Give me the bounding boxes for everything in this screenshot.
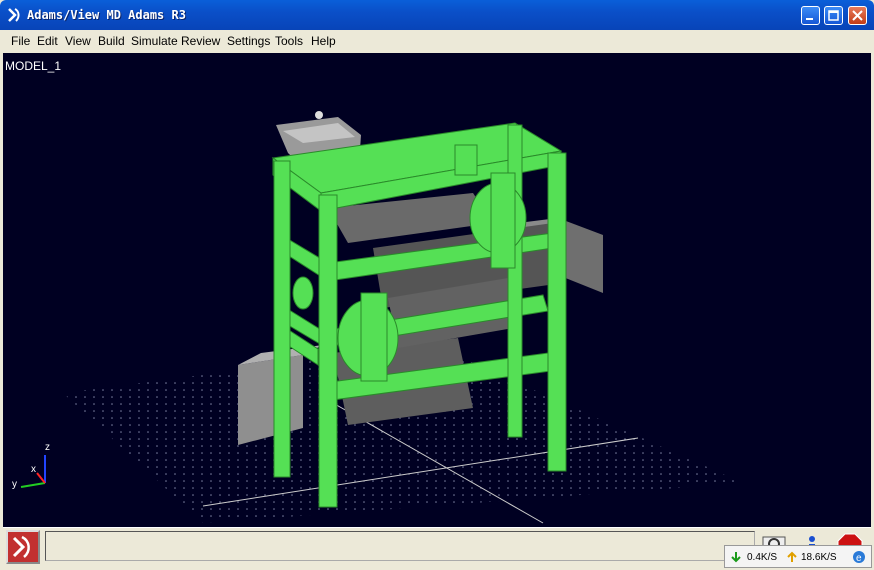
menu-help[interactable]: Help [311, 34, 336, 48]
maximize-icon [828, 10, 839, 21]
triad-z-label: z [45, 442, 50, 453]
menu-settings[interactable]: Settings [227, 34, 270, 48]
menu-review[interactable]: Review [181, 34, 220, 48]
minimize-button[interactable] [801, 6, 820, 25]
menu-tools[interactable]: Tools [275, 34, 303, 48]
network-monitor: 0.4K/S 18.6K/S e [724, 545, 872, 568]
adams-logo-button[interactable] [6, 530, 40, 564]
triad-y-label: y [12, 479, 17, 490]
frame-leg-back-left [273, 160, 291, 478]
download-arrow-icon [731, 552, 741, 563]
menu-build[interactable]: Build [98, 34, 125, 48]
frame-bracket [454, 144, 478, 176]
window-title: Adams/View MD Adams R3 [27, 8, 186, 22]
menu-view[interactable]: View [65, 34, 91, 48]
title-bar: Adams/View MD Adams R3 [0, 0, 874, 30]
menu-edit[interactable]: Edit [37, 34, 58, 48]
svg-text:e: e [856, 553, 862, 564]
close-button[interactable] [848, 6, 867, 25]
maximize-button[interactable] [824, 6, 843, 25]
upload-speed: 18.6K/S [801, 552, 837, 563]
minimize-icon [806, 18, 813, 20]
adams-app-icon [8, 8, 20, 22]
upper-hanger [490, 172, 516, 269]
triad-x-label: x [31, 464, 36, 475]
hopper-ball [315, 111, 323, 119]
adams-logo-icon [12, 535, 30, 558]
side-roller [292, 276, 314, 310]
frame-leg-back-right [507, 124, 523, 438]
frame-leg-front-right [547, 152, 567, 472]
upload-arrow-icon [787, 551, 797, 562]
lower-hanger [360, 292, 388, 382]
status-message-field [45, 531, 755, 561]
close-icon [852, 10, 863, 21]
menu-simulate[interactable]: Simulate [131, 34, 178, 48]
frame-leg-front-left [318, 194, 338, 508]
model-scene [20, 111, 743, 524]
model-viewport[interactable]: MODEL_1 z x y [3, 53, 871, 527]
download-speed: 0.4K/S [747, 552, 778, 563]
menu-bar: File Edit View Build Simulate Review Set… [3, 30, 871, 52]
menu-file[interactable]: File [11, 34, 30, 48]
ie-icon[interactable]: e [851, 549, 867, 565]
